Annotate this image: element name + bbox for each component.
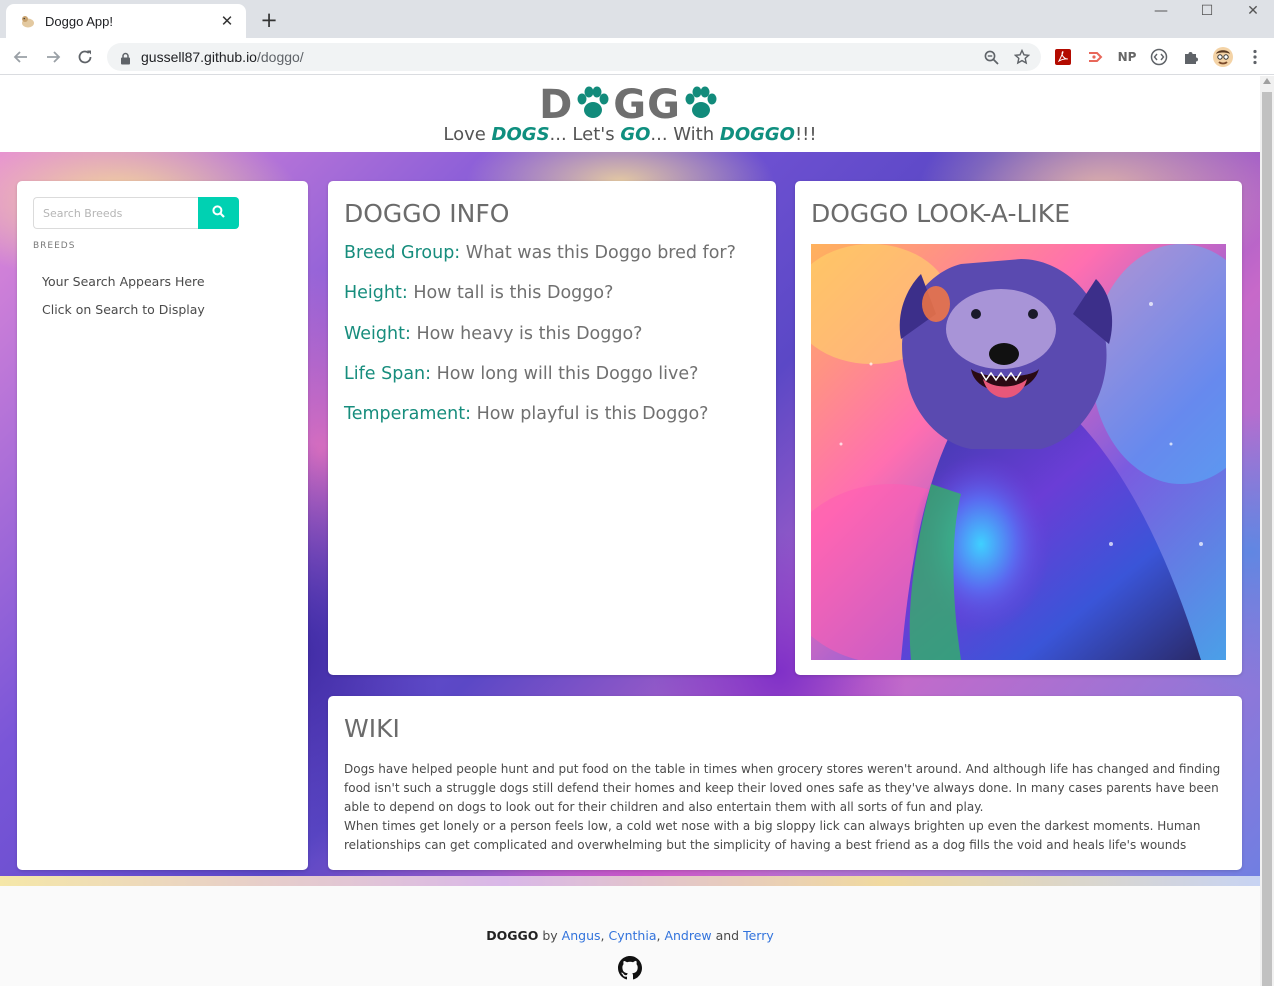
bookmark-star-icon[interactable] [1013,48,1031,66]
forward-arrow-icon[interactable] [41,45,65,69]
breed-list-item[interactable]: Your Search Appears Here [42,268,205,296]
tagline: Love DOGS... Let's GO... With DOGGO!!! [443,124,817,145]
doggo-info-list: Breed Group: What was this Doggo bred fo… [344,243,736,444]
doggo-lookalike-title: DOGGO LOOK-A-LIKE [811,199,1070,228]
search-icon [212,205,225,221]
info-row-weight: Weight: How heavy is this Doggo? [344,323,643,344]
lock-icon [120,50,131,69]
info-row-temperament: Temperament: How playful is this Doggo? [344,404,709,425]
browser-toolbar: gussell87.github.io/doggo/ NP [0,38,1274,75]
puzzle-extensions-icon[interactable] [1181,47,1201,67]
author-link-andrew[interactable]: Andrew [664,928,711,943]
new-tab-button[interactable]: + [258,9,280,31]
paw-icon [574,86,612,122]
paw-icon [682,86,720,122]
info-row-breed-group: Breed Group: What was this Doggo bred fo… [344,243,736,263]
doggo-logo: D GG [0,82,1260,128]
scrollbar-thumb[interactable] [1262,92,1272,986]
wiki-title: WIKI [344,714,400,743]
back-arrow-icon[interactable] [9,45,33,69]
np-extension-icon[interactable]: NP [1117,47,1137,67]
address-bar[interactable]: gussell87.github.io/doggo/ [107,43,1041,71]
tab-close-icon[interactable]: ✕ [218,12,236,30]
wiki-text: Dogs have helped people hunt and put foo… [344,760,1230,855]
browser-tabstrip: Doggo App! ✕ + — ☐ ✕ [0,0,1274,38]
wiki-paragraph: When times get lonely or a person feels … [344,819,1201,852]
footer-credits: DOGGO by Angus, Cynthia, Andrew and Terr… [486,928,774,943]
breeds-label: BREEDS [33,241,76,251]
url-text: gussell87.github.io/doggo/ [141,49,304,65]
tab-title: Doggo App! [45,13,113,29]
doggo-info-title: DOGGO INFO [344,199,510,228]
info-row-height: Height: How tall is this Doggo? [344,283,614,304]
wiki-paragraph: Dogs have helped people hunt and put foo… [344,762,1221,814]
pdf-extension-icon[interactable] [1053,47,1073,67]
search-input[interactable] [33,197,198,229]
browser-menu-icon[interactable] [1245,47,1265,67]
doggo-lookalike-card: DOGGO LOOK-A-LIKE [795,181,1242,675]
search-form [33,197,239,229]
browser-tab[interactable]: Doggo App! ✕ [6,4,246,38]
dog-favicon-icon [20,13,36,29]
zoom-icon[interactable] [982,48,1000,66]
breed-sidebar: BREEDS Your Search Appears Here Click on… [17,181,308,870]
footer-brand: DOGGO [486,928,539,943]
profile-avatar[interactable] [1213,47,1233,67]
footer: DOGGO by Angus, Cynthia, Andrew and Terr… [0,886,1260,986]
search-button[interactable] [198,197,239,229]
author-link-terry[interactable]: Terry [743,928,774,943]
code-extension-icon[interactable] [1149,47,1169,67]
wiki-card: WIKI Dogs have helped people hunt and pu… [328,696,1242,870]
author-link-angus[interactable]: Angus [562,928,601,943]
window-maximize-button[interactable]: ☐ [1184,0,1230,22]
page-content: D GG Love DOGS... Let's GO... With DOGGO!… [0,76,1260,986]
github-icon[interactable] [618,956,642,980]
scroll-up-arrow-icon[interactable] [1260,78,1274,88]
cast-extension-icon[interactable] [1085,47,1105,67]
info-row-life-span: Life Span: How long will this Doggo live… [344,363,699,384]
dog-photo [811,244,1226,660]
breed-list-item[interactable]: Click on Search to Display [42,296,205,324]
doggo-info-card: DOGGO INFO Breed Group: What was this Do… [328,181,776,675]
breed-list: Your Search Appears Here Click on Search… [42,268,205,324]
reload-icon[interactable] [73,45,97,69]
hero-bottom-strip [0,876,1260,886]
window-close-button[interactable]: ✕ [1230,0,1274,22]
page-scrollbar[interactable] [1260,76,1274,986]
window-minimize-button[interactable]: — [1138,0,1184,22]
author-link-cynthia[interactable]: Cynthia [608,928,656,943]
